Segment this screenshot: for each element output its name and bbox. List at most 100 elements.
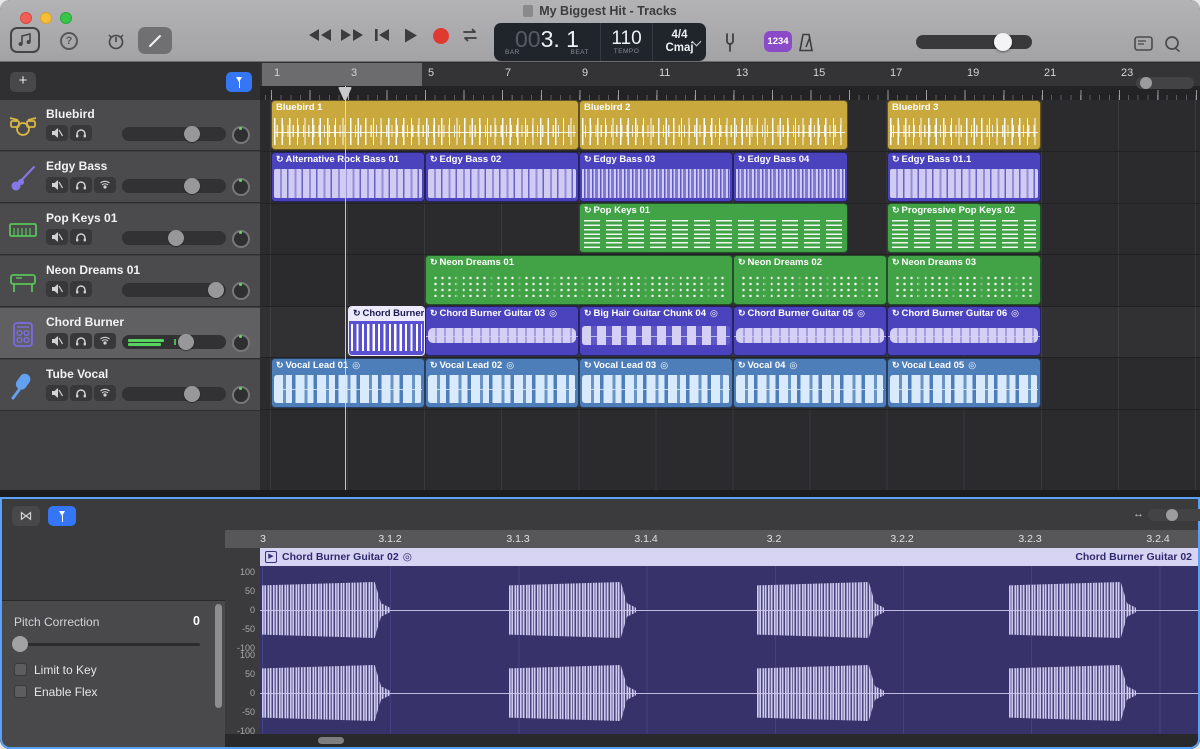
editor-ruler[interactable]: 3 3.1.2 3.1.3 3.1.4 3.2 3.2.2 3.2.3 3.2.… <box>225 530 1200 548</box>
mute-button[interactable] <box>46 125 68 141</box>
pan-knob[interactable] <box>232 178 250 196</box>
pencil-tool-button[interactable] <box>138 27 172 54</box>
volume-knob[interactable] <box>178 334 194 350</box>
editor-region-header[interactable]: ▶ Chord Burner Guitar 02◎ Chord Burner G… <box>260 548 1200 566</box>
go-to-beginning-button[interactable] <box>370 28 394 42</box>
editor-zoom-knob[interactable] <box>1166 509 1178 521</box>
pan-knob[interactable] <box>232 282 250 300</box>
track-header-pop-keys[interactable]: Pop Keys 01 <box>0 204 260 255</box>
editor-waveform-area[interactable] <box>260 566 1200 734</box>
region-big-hair-guitar-chunk-04[interactable]: ↻Big Hair Guitar Chunk 04◎ <box>579 306 733 356</box>
track-header-tube-vocal[interactable]: Tube Vocal <box>0 360 260 411</box>
region-neon-dreams-03[interactable]: ↻Neon Dreams 03 <box>887 255 1041 305</box>
region-bluebird-3[interactable]: Bluebird 3 <box>887 100 1041 150</box>
volume-knob[interactable] <box>184 386 200 402</box>
track-header-neon-dreams[interactable]: Neon Dreams 01 <box>0 256 260 307</box>
loop-browser-button[interactable] <box>1163 35 1181 53</box>
library-button[interactable] <box>10 27 40 53</box>
pitch-correction-knob[interactable] <box>12 636 28 652</box>
solo-headphones-button[interactable] <box>70 177 92 193</box>
panel-divider[interactable] <box>0 490 1200 497</box>
track-header-chord-burner[interactable]: Chord Burner <box>0 308 260 359</box>
inspector-scrollbar[interactable] <box>215 604 222 708</box>
region-progressive-pop-keys-02[interactable]: ↻Progressive Pop Keys 02 <box>887 203 1041 253</box>
count-in-button[interactable]: 1234 <box>764 31 792 52</box>
region-vocal-04[interactable]: ↻Vocal 04◎ <box>733 358 887 408</box>
region-vocal-lead-03[interactable]: ↻Vocal Lead 03◎ <box>579 358 733 408</box>
master-volume-slider[interactable] <box>916 35 1032 49</box>
record-button[interactable] <box>430 28 452 44</box>
volume-knob[interactable] <box>184 178 200 194</box>
catch-playhead-button[interactable] <box>226 72 252 92</box>
pan-knob[interactable] <box>232 230 250 248</box>
beat-ruler[interactable] <box>260 86 1200 100</box>
editor-hscroll-track[interactable] <box>225 734 1200 747</box>
region-vocal-lead-02[interactable]: ↻Vocal Lead 02◎ <box>425 358 579 408</box>
volume-slider[interactable] <box>122 283 226 297</box>
solo-headphones-button[interactable] <box>70 385 92 401</box>
region-alt-rock-bass-01[interactable]: ↻Alternative Rock Bass 01 <box>271 152 425 202</box>
volume-slider[interactable] <box>122 387 226 401</box>
play-button[interactable] <box>400 28 422 43</box>
track-header-bluebird[interactable]: Bluebird <box>0 100 260 151</box>
master-volume-knob[interactable] <box>994 33 1012 51</box>
region-chord-burner-guitar-03[interactable]: ↻Chord Burner Guitar 03◎ <box>425 306 579 356</box>
metronome-button[interactable] <box>797 33 815 52</box>
region-bluebird-1[interactable]: Bluebird 1 <box>271 100 579 150</box>
volume-slider[interactable] <box>122 335 226 349</box>
limit-to-key-checkbox[interactable] <box>14 663 27 676</box>
region-chord-burner-guitar-05[interactable]: ↻Chord Burner Guitar 05◎ <box>733 306 887 356</box>
cycle-button[interactable] <box>458 28 482 42</box>
solo-headphones-button[interactable] <box>70 125 92 141</box>
volume-slider[interactable] <box>122 231 226 245</box>
pan-knob[interactable] <box>232 334 250 352</box>
region-vocal-lead-05[interactable]: ↻Vocal Lead 05◎ <box>887 358 1041 408</box>
region-pop-keys-01[interactable]: ↻Pop Keys 01 <box>579 203 848 253</box>
lcd-display[interactable]: 003. 1 BARBEAT 110 TEMPO 4/4 Cmaj <box>494 23 706 61</box>
editor-hscroll-thumb[interactable] <box>318 737 344 744</box>
rewind-button[interactable] <box>306 28 334 42</box>
input-monitoring-button[interactable] <box>94 177 116 193</box>
tuner-button[interactable] <box>106 31 126 51</box>
region-chord-burner-guitar-06[interactable]: ↻Chord Burner Guitar 06◎ <box>887 306 1041 356</box>
flex-button[interactable]: ⋈ <box>12 506 40 526</box>
region-bluebird-2[interactable]: Bluebird 2 <box>579 100 848 150</box>
pan-knob[interactable] <box>232 386 250 404</box>
tuning-fork-button[interactable] <box>722 33 738 52</box>
region-edgy-bass-04[interactable]: ↻Edgy Bass 04 <box>733 152 848 202</box>
region-neon-dreams-01[interactable]: ↻Neon Dreams 01 <box>425 255 733 305</box>
region-chord-burner-selected[interactable]: ↻Chord Burner <box>348 306 425 356</box>
input-monitoring-button[interactable] <box>94 385 116 401</box>
volume-knob[interactable] <box>168 230 184 246</box>
mute-button[interactable] <box>46 281 68 297</box>
mute-button[interactable] <box>46 177 68 193</box>
region-neon-dreams-02[interactable]: ↻Neon Dreams 02 <box>733 255 887 305</box>
track-header-edgy-bass[interactable]: Edgy Bass <box>0 152 260 203</box>
add-track-button[interactable]: + <box>10 72 36 92</box>
region-edgy-bass-03[interactable]: ↻Edgy Bass 03 <box>579 152 733 202</box>
region-edgy-bass-01-1[interactable]: ↻Edgy Bass 01.1 <box>887 152 1041 202</box>
volume-knob[interactable] <box>184 126 200 142</box>
mute-button[interactable] <box>46 229 68 245</box>
input-monitoring-button[interactable] <box>94 333 116 349</box>
forward-button[interactable] <box>338 28 366 42</box>
editor-catch-playhead-button[interactable] <box>48 506 76 526</box>
play-region-icon[interactable]: ▶ <box>265 551 277 563</box>
volume-slider[interactable] <box>122 127 226 141</box>
bar-ruler[interactable]: 1 3 5 7 9 11 13 15 17 19 21 23 <box>260 63 1200 86</box>
solo-headphones-button[interactable] <box>70 333 92 349</box>
volume-knob[interactable] <box>208 282 224 298</box>
solo-headphones-button[interactable] <box>70 281 92 297</box>
arrange-zoom-slider[interactable] <box>1136 77 1194 89</box>
mute-button[interactable] <box>46 385 68 401</box>
arrange-zoom-knob[interactable] <box>1140 77 1152 89</box>
mute-button[interactable] <box>46 333 68 349</box>
volume-slider[interactable] <box>122 179 226 193</box>
pan-knob[interactable] <box>232 126 250 144</box>
lcd-mode-button[interactable] <box>1134 36 1153 51</box>
solo-headphones-button[interactable] <box>70 229 92 245</box>
quick-help-button[interactable]: ? <box>60 32 78 50</box>
editor-zoom-slider[interactable] <box>1148 509 1200 521</box>
pitch-correction-slider[interactable] <box>14 643 200 646</box>
region-vocal-lead-01[interactable]: ↻Vocal Lead 01◎ <box>271 358 425 408</box>
